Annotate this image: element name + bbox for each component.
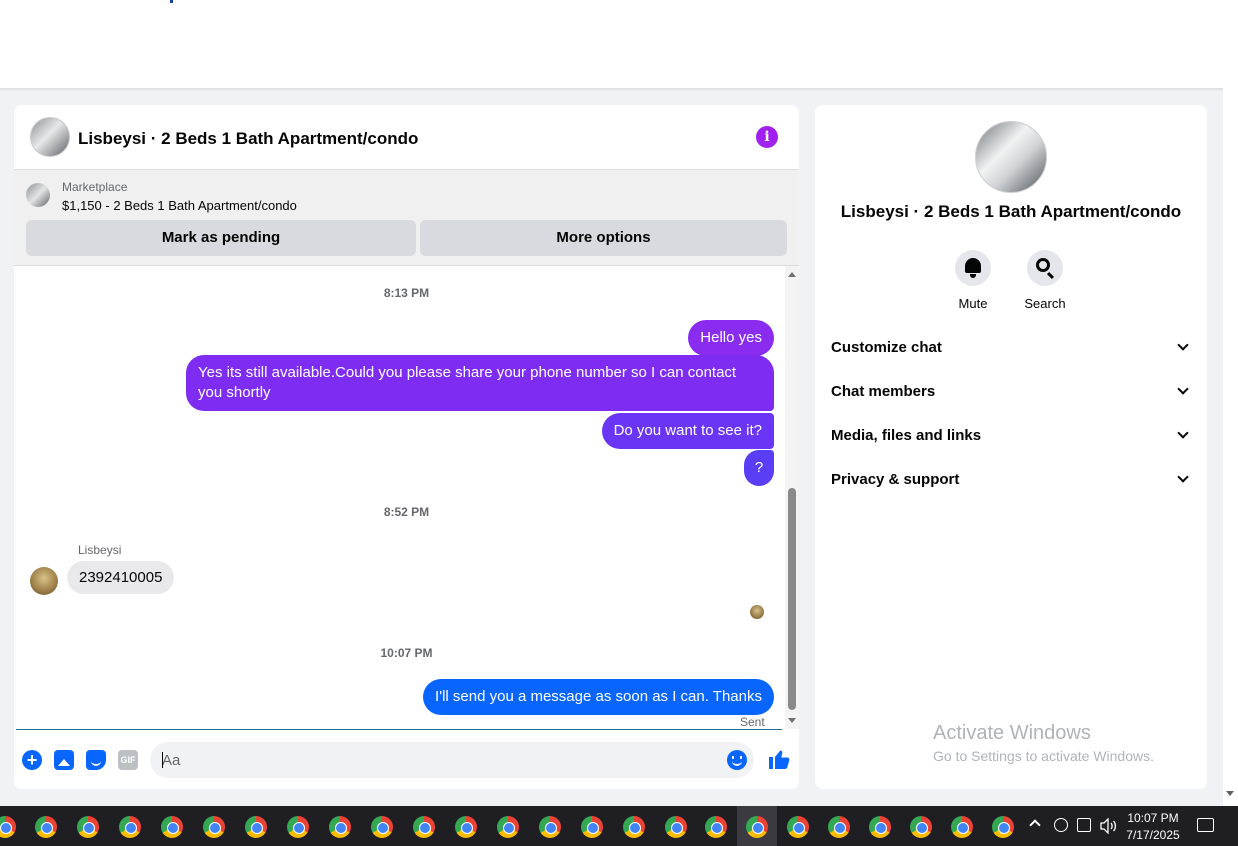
- info-icon[interactable]: i: [756, 126, 778, 148]
- chrome-icon[interactable]: [455, 816, 477, 838]
- network-icon[interactable]: [1077, 818, 1091, 832]
- listing-thumbnail[interactable]: [26, 183, 50, 207]
- chrome-icon[interactable]: [828, 816, 850, 838]
- chrome-icon[interactable]: [623, 816, 645, 838]
- mute-button[interactable]: Mute: [938, 250, 1008, 311]
- sender-name: Lisbeysi: [78, 543, 122, 557]
- chrome-icon[interactable]: [413, 816, 435, 838]
- section-chat-members[interactable]: Chat members: [831, 376, 1191, 406]
- chevron-down-icon: [1177, 427, 1189, 439]
- chrome-icon[interactable]: [329, 816, 351, 838]
- section-label: Chat members: [831, 383, 936, 400]
- chrome-icon[interactable]: [665, 816, 687, 838]
- chat-header: Lisbeysi · 2 Beds 1 Bath Apartment/condo…: [14, 105, 799, 170]
- sent-message[interactable]: Hello yes: [688, 320, 774, 356]
- windows-watermark-title: Activate Windows: [933, 722, 1091, 744]
- section-privacy-support[interactable]: Privacy & support: [831, 464, 1191, 494]
- clock-date: 7/17/2025: [1126, 828, 1180, 842]
- sent-message[interactable]: Yes its still available.Could you please…: [186, 355, 774, 411]
- sent-message[interactable]: ?: [744, 450, 774, 486]
- sticker-icon[interactable]: [86, 750, 106, 770]
- chrome-icon[interactable]: [951, 816, 973, 838]
- chrome-icon[interactable]: [910, 816, 932, 838]
- chrome-icon[interactable]: [787, 816, 809, 838]
- sent-message[interactable]: I'll send you a message as soon as I can…: [423, 679, 774, 715]
- chrome-icon[interactable]: [539, 816, 561, 838]
- bell-icon: [965, 258, 981, 278]
- received-message[interactable]: 2392410005: [67, 561, 175, 594]
- chrome-icon[interactable]: [203, 816, 225, 838]
- composer: + GIF: [14, 730, 799, 789]
- section-customize-chat[interactable]: Customize chat: [831, 332, 1191, 362]
- more-options-button[interactable]: More options: [420, 220, 787, 256]
- meet-now-icon[interactable]: [1054, 818, 1068, 832]
- chrome-icon[interactable]: [992, 816, 1014, 838]
- section-media-files-links[interactable]: Media, files and links: [831, 420, 1191, 450]
- photo-icon[interactable]: [54, 750, 74, 770]
- volume-icon[interactable]: [1100, 818, 1118, 834]
- clock-time: 10:07 PM: [1127, 811, 1179, 825]
- system-clock[interactable]: 10:07 PM 7/17/2025: [1120, 810, 1186, 844]
- timestamp: 8:13 PM: [383, 286, 430, 300]
- search-icon: [1036, 258, 1050, 272]
- panel-title[interactable]: Lisbeysi · 2 Beds 1 Bath Apartment/condo: [815, 202, 1207, 222]
- scroll-down-icon[interactable]: [788, 718, 796, 723]
- message-list[interactable]: 8:13 PM Hello yes Yes its still availabl…: [14, 266, 799, 729]
- chrome-icon[interactable]: [245, 816, 267, 838]
- chat-panel: Lisbeysi · 2 Beds 1 Bath Apartment/condo…: [14, 105, 799, 789]
- seen-indicator: [750, 605, 764, 619]
- notifications-icon[interactable]: [1197, 818, 1214, 832]
- page-scrollbar[interactable]: [1223, 0, 1238, 806]
- page-scroll-down-icon[interactable]: [1226, 791, 1234, 796]
- plus-icon[interactable]: +: [22, 750, 42, 770]
- profile-avatar[interactable]: [975, 121, 1047, 193]
- chrome-icon[interactable]: [77, 816, 99, 838]
- message-input[interactable]: [150, 742, 754, 778]
- chrome-icon[interactable]: [35, 816, 57, 838]
- section-label: Media, files and links: [831, 427, 982, 444]
- search-label: Search: [1024, 296, 1066, 311]
- top-bar: [0, 0, 1223, 89]
- chrome-icon[interactable]: [869, 816, 891, 838]
- mark-as-pending-button[interactable]: Mark as pending: [26, 220, 416, 256]
- chrome-icon[interactable]: [119, 816, 141, 838]
- chrome-icon[interactable]: [581, 816, 603, 838]
- windows-watermark-subtitle: Go to Settings to activate Windows.: [933, 748, 1154, 764]
- scroll-up-icon[interactable]: [788, 272, 796, 277]
- chrome-icon[interactable]: [287, 816, 309, 838]
- chrome-icon[interactable]: [497, 816, 519, 838]
- message-scrollbar[interactable]: [785, 266, 799, 729]
- sent-status: Sent: [740, 715, 765, 729]
- section-label: Privacy & support: [831, 471, 960, 488]
- sent-message[interactable]: Do you want to see it?: [601, 413, 774, 449]
- top-bar-mark: [170, 0, 173, 3]
- emoji-icon[interactable]: [727, 750, 747, 770]
- chrome-icon[interactable]: [705, 816, 727, 838]
- thumbs-up-icon[interactable]: [767, 747, 791, 771]
- chevron-down-icon: [1177, 339, 1189, 351]
- timestamp: 8:52 PM: [383, 505, 430, 519]
- chevron-down-icon: [1177, 383, 1189, 395]
- chrome-icon[interactable]: [371, 816, 393, 838]
- show-hidden-icons-icon[interactable]: [1029, 819, 1041, 831]
- chat-info-panel: Lisbeysi · 2 Beds 1 Bath Apartment/condo…: [815, 105, 1207, 789]
- chat-avatar[interactable]: [30, 117, 70, 157]
- scroll-thumb[interactable]: [788, 488, 796, 710]
- section-label: Customize chat: [831, 339, 942, 356]
- chrome-icon[interactable]: [0, 816, 16, 838]
- chrome-icon[interactable]: [746, 816, 768, 838]
- mute-label: Mute: [958, 296, 988, 311]
- chevron-down-icon: [1177, 471, 1189, 483]
- text-caret: [162, 752, 163, 768]
- gif-icon[interactable]: GIF: [118, 750, 138, 770]
- search-button[interactable]: Search: [1010, 250, 1080, 311]
- timestamp: 10:07 PM: [380, 646, 433, 660]
- sender-avatar[interactable]: [30, 567, 58, 595]
- marketplace-banner: Marketplace $1,150 - 2 Beds 1 Bath Apart…: [14, 170, 799, 266]
- taskbar: 10:07 PM 7/17/2025: [0, 806, 1238, 846]
- chat-title[interactable]: Lisbeysi · 2 Beds 1 Bath Apartment/condo: [78, 129, 418, 149]
- chrome-icon[interactable]: [161, 816, 183, 838]
- marketplace-label: Marketplace: [62, 180, 128, 194]
- listing-title[interactable]: $1,150 - 2 Beds 1 Bath Apartment/condo: [62, 198, 297, 213]
